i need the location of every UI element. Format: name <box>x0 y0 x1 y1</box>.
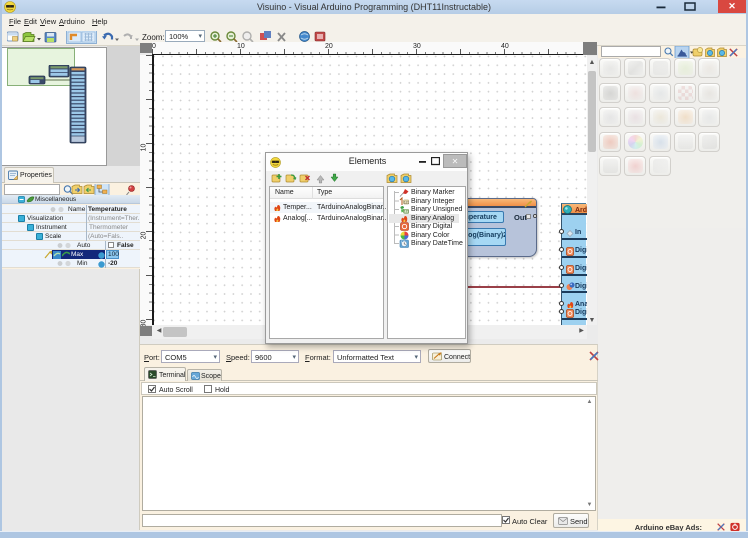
svg-text:123: 123 <box>401 239 406 243</box>
svg-text:123: 123 <box>404 200 409 204</box>
